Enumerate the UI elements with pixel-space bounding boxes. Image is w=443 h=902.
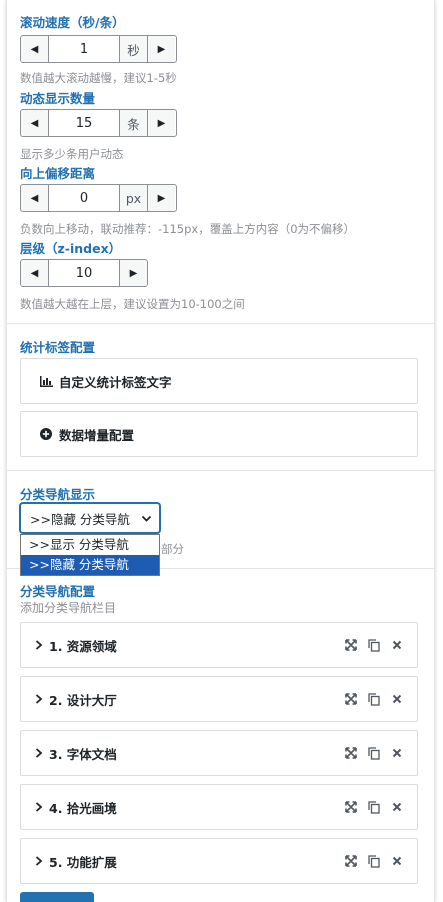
scroll-speed-decrement-button[interactable]: ◀ bbox=[21, 36, 49, 62]
data-growth-config-panel[interactable]: 数据增量配置 bbox=[20, 411, 418, 457]
z-index-label: 层级（z-index） bbox=[20, 241, 122, 256]
scroll-speed-label: 滚动速度（秒/条） bbox=[20, 15, 125, 30]
z-index-stepper: ◀ 10 ▶ bbox=[20, 259, 148, 287]
custom-stats-label-text: 自定义统计标签文字 bbox=[59, 374, 172, 390]
caret-right-icon: ▶ bbox=[157, 117, 166, 129]
nav-item-title: 1. 资源领域 bbox=[49, 638, 117, 654]
expand-icon[interactable] bbox=[344, 800, 357, 814]
expand-icon[interactable] bbox=[344, 746, 357, 760]
plus-circle-icon bbox=[39, 427, 53, 441]
nav-item[interactable]: 5. 功能扩展 bbox=[20, 838, 418, 884]
copy-icon[interactable] bbox=[367, 746, 380, 760]
chevron-right-icon[interactable] bbox=[35, 802, 43, 812]
chevron-right-icon[interactable] bbox=[35, 748, 43, 758]
close-icon[interactable] bbox=[390, 638, 403, 652]
display-count-unit: 条 bbox=[119, 110, 147, 136]
copy-icon[interactable] bbox=[367, 638, 380, 652]
expand-icon[interactable] bbox=[344, 638, 357, 652]
caret-right-icon: ▶ bbox=[129, 267, 138, 279]
nav-config-section-title: 分类导航配置 bbox=[20, 584, 96, 599]
caret-left-icon: ◀ bbox=[30, 43, 39, 55]
display-count-help: 显示多少条用户动态 bbox=[20, 147, 124, 161]
display-count-stepper: ◀ 15 条 ▶ bbox=[20, 109, 177, 137]
nav-item-title: 2. 设计大厅 bbox=[49, 692, 117, 708]
nav-item[interactable]: 1. 资源领域 bbox=[20, 622, 418, 668]
category-nav-option-hide[interactable]: >>隐藏 分类导航 bbox=[21, 555, 159, 575]
category-nav-dropdown: >>显示 分类导航 >>隐藏 分类导航 bbox=[20, 534, 160, 576]
category-nav-select[interactable]: >>隐藏 分类导航 bbox=[20, 503, 160, 533]
z-index-input[interactable]: 10 bbox=[49, 260, 119, 286]
settings-panel: 滚动速度（秒/条） ◀ 1 秒 ▶ 数值越大滚动越慢，建议1-5秒 动态显示数量… bbox=[6, 0, 435, 902]
chevron-right-icon[interactable] bbox=[35, 640, 43, 650]
nav-item-title: 4. 拾光画境 bbox=[49, 800, 117, 816]
offset-up-unit: px bbox=[119, 185, 147, 211]
close-icon[interactable] bbox=[390, 854, 403, 868]
copy-icon[interactable] bbox=[367, 692, 380, 706]
category-nav-selected-value: >>隐藏 分类导航 bbox=[30, 511, 130, 527]
caret-right-icon: ▶ bbox=[157, 192, 166, 204]
scroll-speed-unit: 秒 bbox=[119, 36, 147, 62]
chevron-right-icon[interactable] bbox=[35, 856, 43, 866]
close-icon[interactable] bbox=[390, 692, 403, 706]
expand-icon[interactable] bbox=[344, 854, 357, 868]
caret-right-icon: ▶ bbox=[157, 43, 166, 55]
display-count-label: 动态显示数量 bbox=[20, 91, 96, 106]
offset-up-increment-button[interactable]: ▶ bbox=[147, 185, 175, 211]
custom-stats-label-panel[interactable]: 自定义统计标签文字 bbox=[20, 358, 418, 404]
category-nav-help: 部分 bbox=[161, 542, 184, 556]
close-icon[interactable] bbox=[390, 800, 403, 814]
nav-item[interactable]: 3. 字体文档 bbox=[20, 730, 418, 776]
z-index-decrement-button[interactable]: ◀ bbox=[21, 260, 49, 286]
offset-up-help: 负数向上移动，联动推荐：-115px，覆盖上方内容（0为不偏移） bbox=[20, 222, 356, 236]
copy-icon[interactable] bbox=[367, 800, 380, 814]
stats-tag-section-title: 统计标签配置 bbox=[20, 340, 96, 355]
nav-item[interactable]: 4. 拾光画境 bbox=[20, 784, 418, 830]
offset-up-input[interactable]: 0 bbox=[49, 185, 119, 211]
expand-icon[interactable] bbox=[344, 692, 357, 706]
caret-left-icon: ◀ bbox=[30, 267, 39, 279]
close-icon[interactable] bbox=[390, 746, 403, 760]
nav-item-title: 3. 字体文档 bbox=[49, 746, 117, 762]
nav-item[interactable]: 2. 设计大厅 bbox=[20, 676, 418, 722]
category-nav-option-show[interactable]: >>显示 分类导航 bbox=[21, 535, 159, 555]
data-growth-config-text: 数据增量配置 bbox=[59, 427, 135, 443]
chevron-down-icon bbox=[141, 512, 152, 527]
scroll-speed-help: 数值越大滚动越慢，建议1-5秒 bbox=[20, 71, 177, 85]
add-nav-item-button[interactable] bbox=[20, 892, 94, 902]
copy-icon[interactable] bbox=[367, 854, 380, 868]
display-count-input[interactable]: 15 bbox=[49, 110, 119, 136]
z-index-increment-button[interactable]: ▶ bbox=[119, 260, 147, 286]
nav-config-subtitle: 添加分类导航栏目 bbox=[20, 601, 117, 615]
scroll-speed-increment-button[interactable]: ▶ bbox=[147, 36, 175, 62]
section-divider bbox=[7, 323, 434, 324]
caret-left-icon: ◀ bbox=[30, 117, 39, 129]
caret-left-icon: ◀ bbox=[30, 192, 39, 204]
z-index-help: 数值越大越在上层，建议设置为10-100之间 bbox=[20, 297, 245, 311]
nav-item-title: 5. 功能扩展 bbox=[49, 854, 117, 870]
category-nav-section-title: 分类导航显示 bbox=[20, 487, 96, 502]
bar-chart-icon bbox=[39, 374, 53, 388]
scroll-speed-input[interactable]: 1 bbox=[49, 36, 119, 62]
scroll-speed-stepper: ◀ 1 秒 ▶ bbox=[20, 35, 177, 63]
display-count-decrement-button[interactable]: ◀ bbox=[21, 110, 49, 136]
section-divider bbox=[7, 470, 434, 471]
chevron-right-icon[interactable] bbox=[35, 694, 43, 704]
display-count-increment-button[interactable]: ▶ bbox=[147, 110, 175, 136]
offset-up-stepper: ◀ 0 px ▶ bbox=[20, 184, 177, 212]
offset-up-decrement-button[interactable]: ◀ bbox=[21, 185, 49, 211]
offset-up-label: 向上偏移距离 bbox=[20, 166, 96, 181]
